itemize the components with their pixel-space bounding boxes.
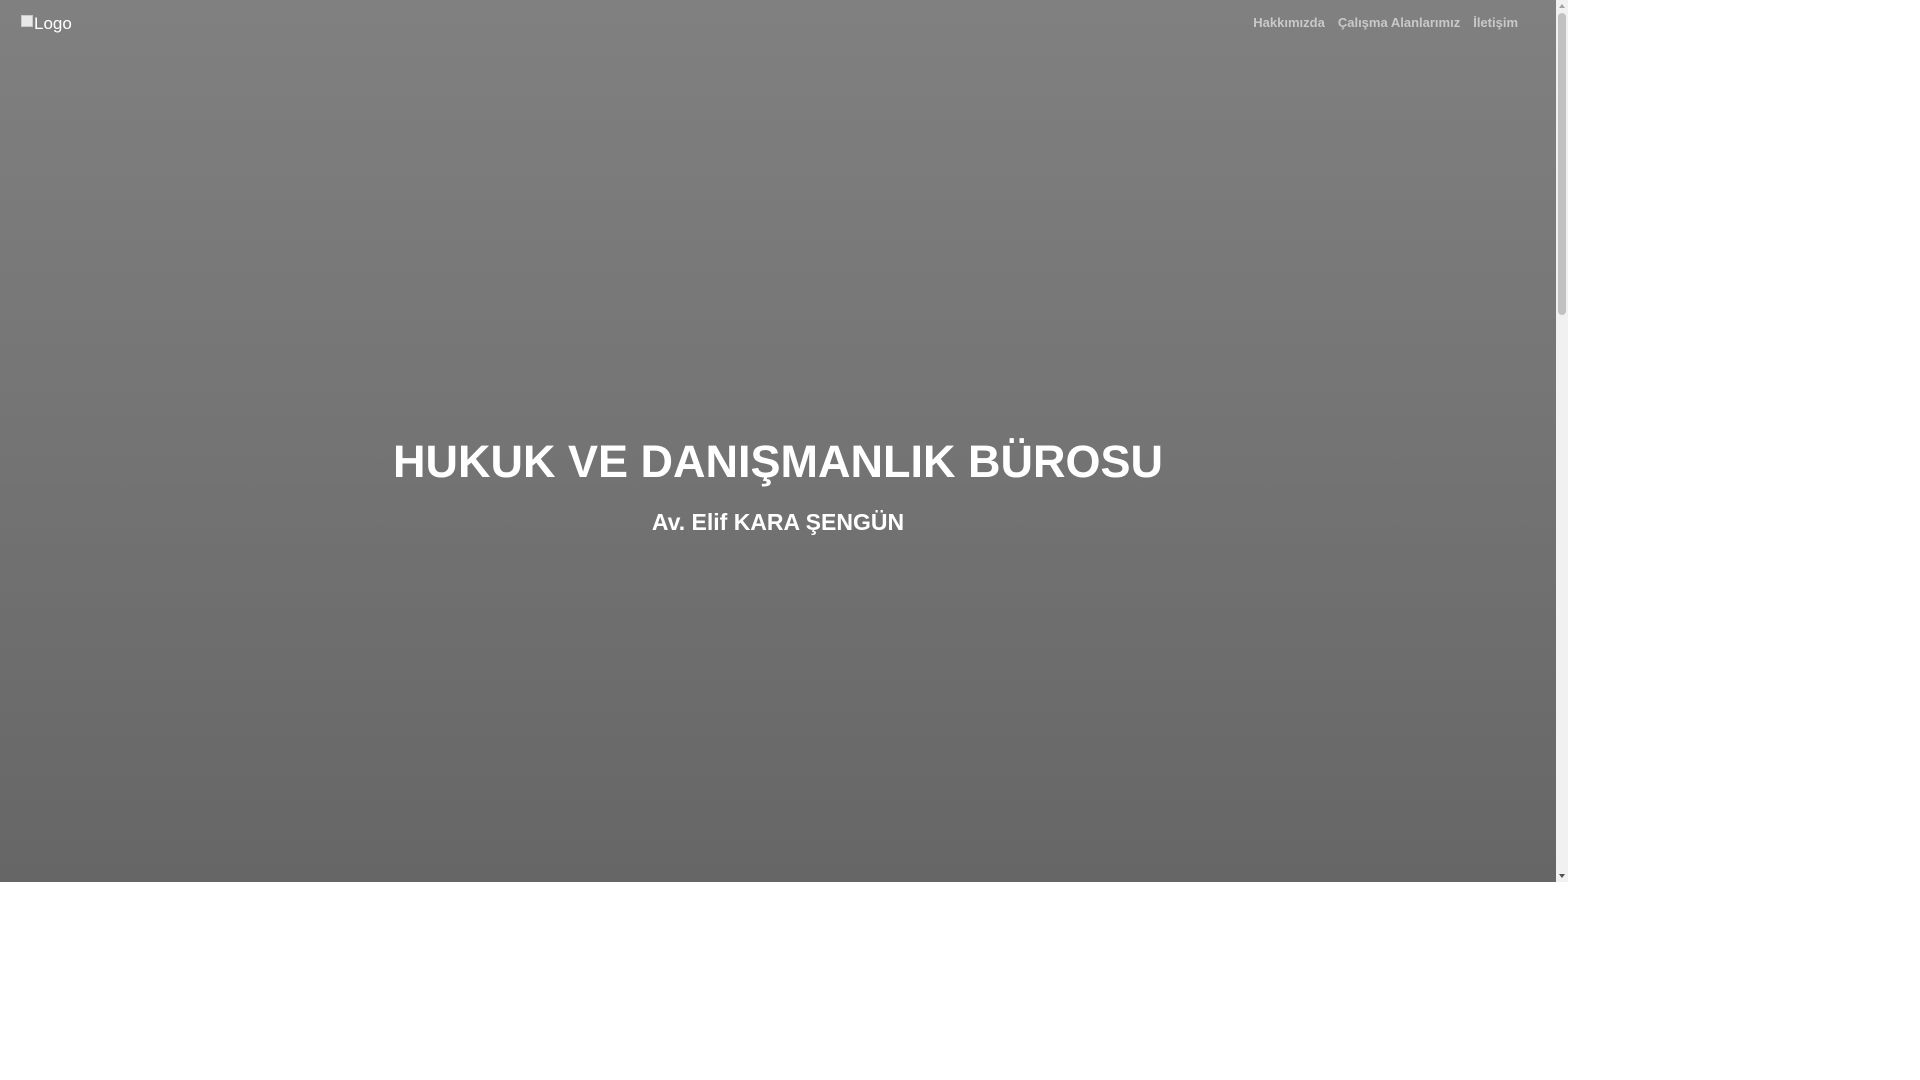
hero-section: Logo Hakkımızda Çalışma Alanlarımız İlet… — [0, 0, 1556, 882]
nav-link-iletisim[interactable]: İletişim — [1473, 15, 1518, 31]
scroll-down-button[interactable] — [1556, 870, 1568, 882]
main-nav: Hakkımızda Çalışma Alanlarımız İletişim — [1253, 15, 1518, 31]
broken-image-icon — [20, 14, 34, 28]
logo-alt-text: Logo — [34, 14, 72, 33]
page: Logo Hakkımızda Çalışma Alanlarımız İlet… — [0, 0, 1568, 882]
nav-link-hakkimizda[interactable]: Hakkımızda — [1253, 15, 1325, 31]
scroll-up-button[interactable] — [1556, 0, 1568, 12]
chevron-down-icon — [1559, 874, 1565, 878]
nav-link-calisma-alanlarimiz[interactable]: Çalışma Alanlarımız — [1338, 15, 1460, 31]
hero-title: HUKUK VE DANIŞMANLIK BÜROSU — [392, 436, 1163, 487]
scroll-thumb[interactable] — [1558, 13, 1566, 315]
hero-subtitle: Av. Elif KARA ŞENGÜN — [651, 509, 905, 535]
chevron-up-icon — [1559, 4, 1565, 8]
logo-link[interactable]: Logo — [20, 13, 72, 35]
vertical-scrollbar[interactable] — [1556, 0, 1568, 882]
